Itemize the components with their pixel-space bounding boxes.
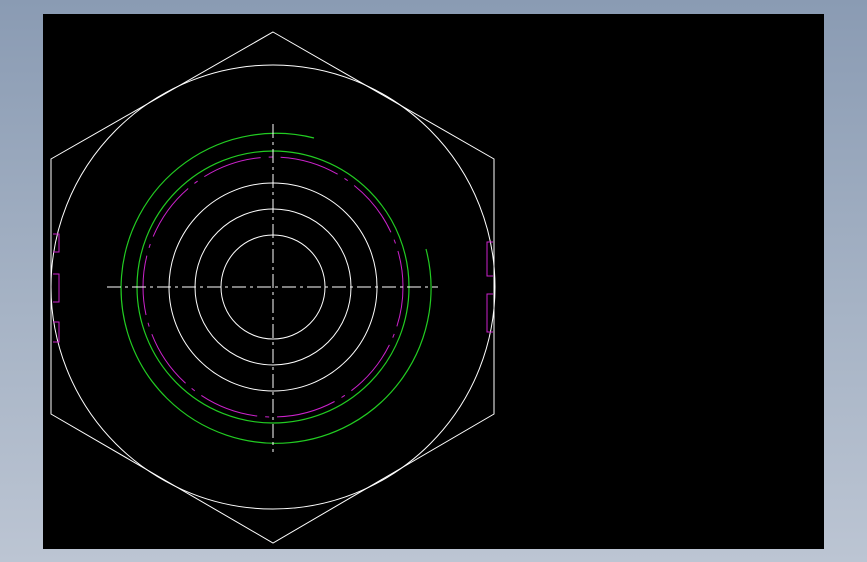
thread-arc-outer — [120, 132, 432, 444]
cad-drawing — [50, 31, 496, 544]
cad-viewport[interactable] — [43, 14, 824, 549]
right-edge-marks — [486, 241, 493, 333]
